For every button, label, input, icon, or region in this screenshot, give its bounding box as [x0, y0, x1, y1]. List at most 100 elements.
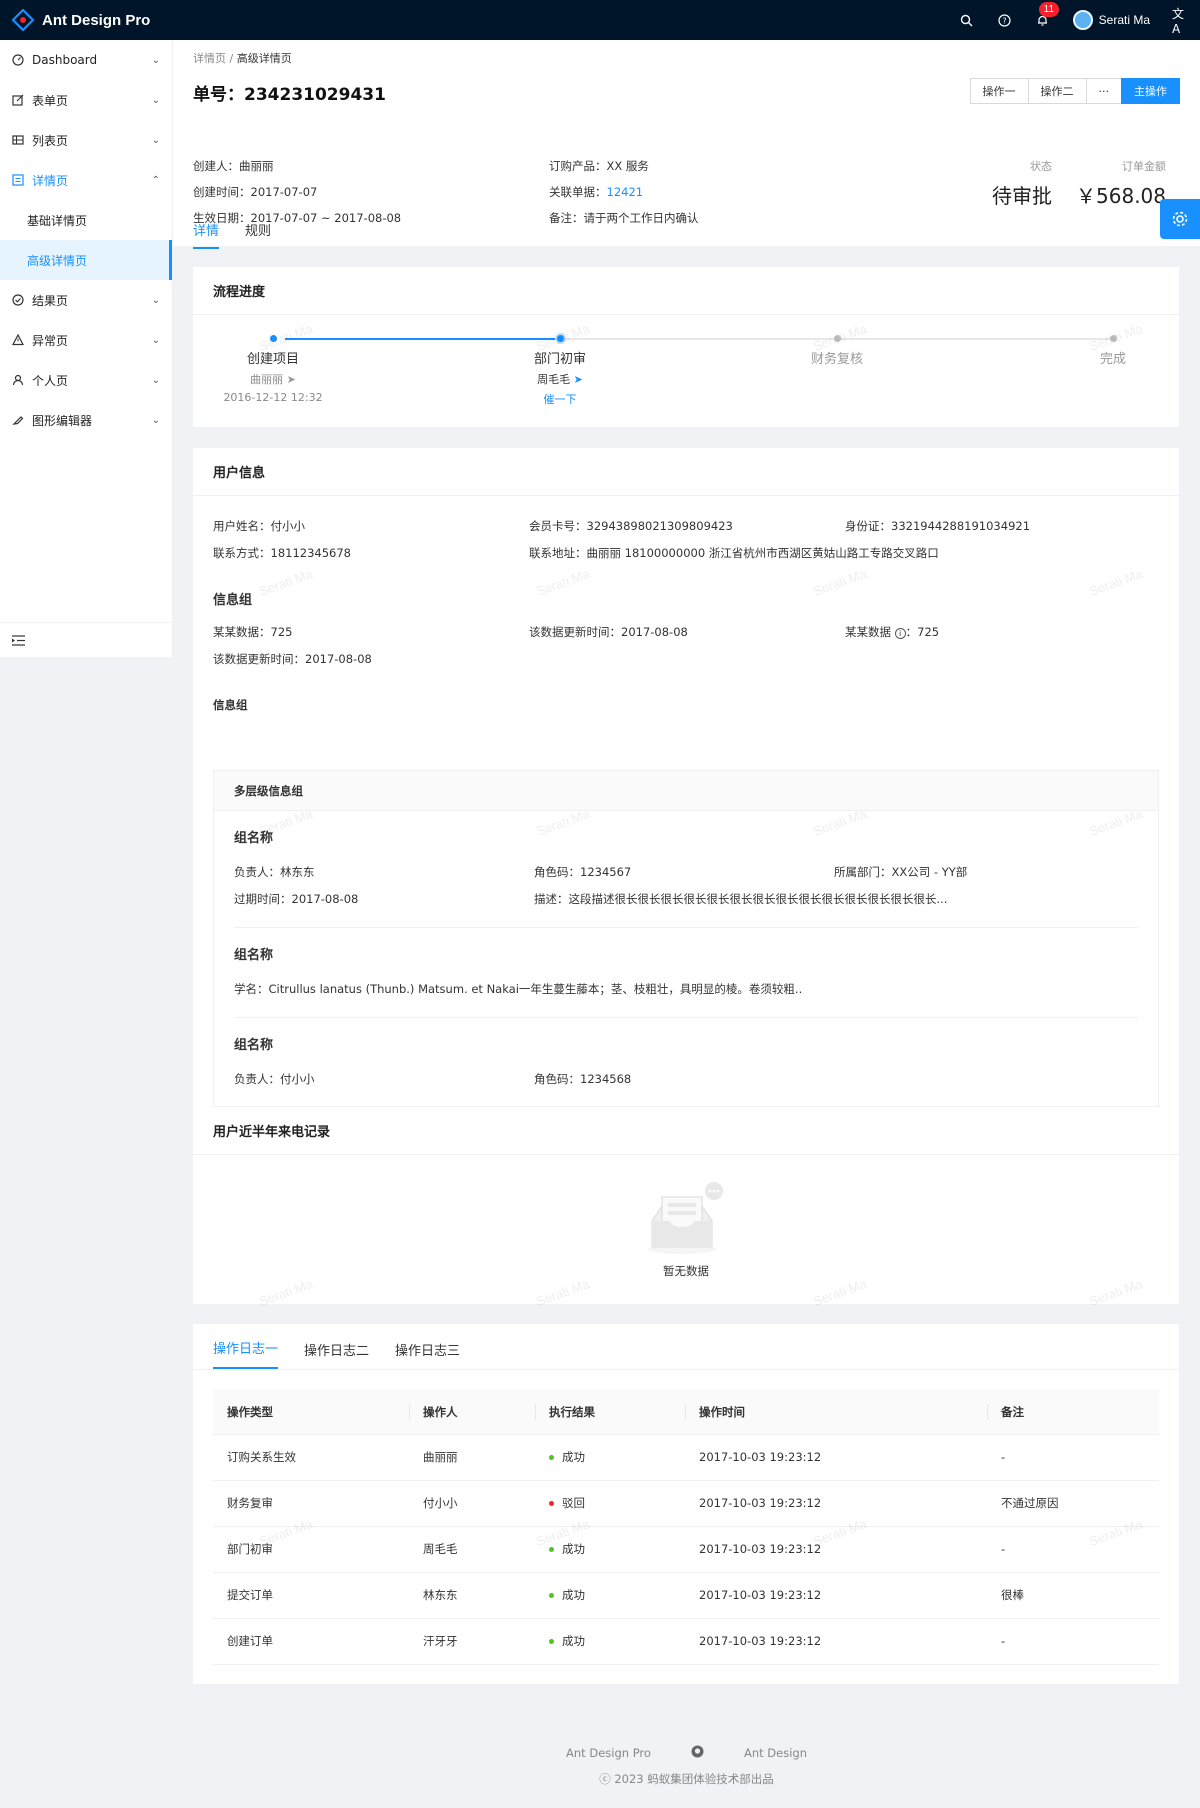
- language-icon[interactable]: 文A: [1172, 7, 1188, 36]
- step-complete: 完成: [1053, 335, 1173, 367]
- group-grid: 负责人：付小小 角色码：1234568: [214, 1071, 1158, 1087]
- dingding-icon: ➤: [573, 373, 583, 386]
- chevron-down-icon: ⌄: [151, 94, 160, 106]
- table-row: 财务复审 付小小 驳回 2017-10-03 19:23:12 不通过原因: [213, 1480, 1159, 1527]
- info-group-label: 信息组: [213, 698, 248, 712]
- note-cell: -: [987, 1618, 1159, 1665]
- step-person-name: 曲丽丽: [250, 373, 284, 386]
- sidebar-item-editor[interactable]: 图形编辑器 ⌄: [0, 400, 172, 440]
- tab-detail[interactable]: 详情: [193, 220, 220, 249]
- data-value: ：725: [905, 625, 940, 639]
- sidebar-item-list[interactable]: 列表页 ⌄: [0, 120, 172, 160]
- sidebar-item-label: 表单页: [32, 93, 69, 108]
- sidebar-item-account[interactable]: 个人页 ⌄: [0, 360, 172, 400]
- result-text: 成功: [562, 1542, 585, 1556]
- group-title: 组名称: [234, 1038, 274, 1053]
- bell-icon[interactable]: 11: [1035, 2, 1060, 28]
- member-card-field: 会员卡号：32943898021309809423: [529, 519, 733, 533]
- step-finance-review: 财务复核: [777, 335, 897, 367]
- role-field: 角色码：1234568: [534, 1072, 632, 1086]
- data-field: 某某数据：725: [213, 625, 293, 639]
- op2-button[interactable]: 操作二: [1027, 78, 1087, 104]
- urge-link[interactable]: 催一下: [500, 391, 620, 407]
- main-action-button[interactable]: 主操作: [1121, 78, 1180, 104]
- menu-collapse-button[interactable]: [0, 622, 173, 657]
- sidebar-item-basic-profile[interactable]: 基础详情页: [0, 200, 172, 240]
- settings-drawer-button[interactable]: [1160, 199, 1200, 239]
- step-title: 部门初审: [533, 352, 586, 367]
- chevron-down-icon: ⌄: [151, 294, 160, 306]
- progress-steps: 创建项目 曲丽丽 ➤ 2016-12-12 12:32 部门初审 周毛毛 ➤ 催…: [193, 315, 1179, 425]
- step-dot: [833, 335, 841, 342]
- expire-field: 过期时间：2017-08-08: [234, 892, 359, 906]
- status-block: 状态 待审批: [992, 158, 1052, 209]
- dingding-icon: ➤: [286, 373, 296, 386]
- address-field: 联系地址：曲丽丽 18100000000 浙江省杭州市西湖区黄姑山路工专路交叉路…: [529, 546, 939, 560]
- app-title: Ant Design Pro: [42, 11, 151, 29]
- updated-field: 该数据更新时间：2017-08-08: [529, 625, 688, 639]
- dept-field: 所属部门：XX公司 - YY部: [834, 865, 968, 879]
- info-circle-icon[interactable]: i: [894, 628, 906, 639]
- user-menu[interactable]: Serati Ma: [1072, 10, 1150, 30]
- sidebar-item-result[interactable]: 结果页 ⌄: [0, 280, 172, 320]
- ref-doc-link[interactable]: 12421: [607, 185, 644, 199]
- tab-log-3[interactable]: 操作日志三: [395, 1340, 460, 1369]
- footer: Ant Design Pro Ant Design ⓒ 2023 蚂蚁集团体验技…: [173, 1745, 1200, 1787]
- user-info-title: 用户信息: [193, 448, 1179, 496]
- group-grid: 负责人：林东东 角色码：1234567 所属部门：XX公司 - YY部 过期时间…: [214, 864, 1158, 907]
- more-button[interactable]: ···: [1085, 78, 1122, 104]
- step-title: 完成: [1099, 352, 1126, 367]
- user-name: Serati Ma: [1098, 13, 1150, 27]
- sidebar-item-label: 异常页: [32, 333, 69, 348]
- status-value: 待审批: [992, 184, 1053, 208]
- app-logo[interactable]: Ant Design Pro: [12, 9, 150, 31]
- breadcrumb: 详情页 / 高级详情页: [193, 50, 1180, 66]
- op1-button[interactable]: 操作一: [969, 78, 1029, 104]
- empty-inbox-icon: [648, 1182, 723, 1254]
- notification-badge: 11: [1038, 2, 1060, 17]
- tab-rules[interactable]: 规则: [245, 220, 271, 249]
- user-name-field: 用户姓名：付小小: [213, 519, 305, 533]
- form-icon: [12, 94, 26, 106]
- footer-link-pro[interactable]: Ant Design Pro: [566, 1746, 651, 1760]
- progress-card: 流程进度 创建项目 曲丽丽 ➤ 2016-12-12 12:32 部门初审 周毛…: [193, 267, 1179, 427]
- result-text: 成功: [562, 1588, 585, 1602]
- sidebar-item-label: 结果页: [32, 293, 69, 308]
- step-person: 周毛毛 ➤: [500, 371, 620, 387]
- sidebar-item-label: 高级详情页: [27, 253, 88, 268]
- data-field-tooltip: 某某数据 i ：725: [845, 624, 1161, 640]
- creator: 创建人：曲丽丽: [193, 159, 274, 173]
- svg-text:?: ?: [1003, 16, 1007, 25]
- ref-doc: 关联单据：12421: [549, 184, 809, 200]
- search-icon[interactable]: [959, 12, 975, 28]
- sidebar-item-dashboard[interactable]: Dashboard ⌄: [0, 40, 172, 80]
- chevron-down-icon: ⌄: [151, 374, 160, 386]
- note-cell: -: [987, 1434, 1159, 1481]
- sidebar-item-profile[interactable]: 详情页 ⌃: [0, 160, 172, 200]
- tab-log-1[interactable]: 操作日志一: [213, 1338, 279, 1369]
- sidebar-item-advanced-profile[interactable]: 高级详情页: [0, 240, 172, 280]
- breadcrumb-item[interactable]: 详情页: [193, 52, 226, 65]
- tab-log-2[interactable]: 操作日志二: [304, 1340, 369, 1369]
- top-navbar: Ant Design Pro ? 11 Serati Ma 文A: [0, 0, 1200, 40]
- help-icon[interactable]: ?: [997, 12, 1013, 28]
- created-time: 创建时间：2017-07-07: [193, 185, 318, 199]
- status-dot: [549, 1455, 554, 1460]
- log-table: 操作类型 操作人 执行结果 操作时间 备注 订购关系生效 曲丽丽 成功 2017-10…: [213, 1390, 1159, 1665]
- result-cell: 成功: [535, 1434, 685, 1481]
- step-person-name: 周毛毛: [537, 373, 571, 386]
- footer-link-antd[interactable]: Ant Design: [744, 1746, 807, 1760]
- check-circle-icon: [12, 294, 26, 306]
- sidebar-item-form[interactable]: 表单页 ⌄: [0, 80, 172, 120]
- sidebar-item-label: 列表页: [32, 133, 69, 148]
- table-row: 订购关系生效 曲丽丽 成功 2017-10-03 19:23:12-: [213, 1434, 1159, 1481]
- user-info-card: 用户信息 用户姓名：付小小 会员卡号：32943898021309809423 …: [193, 448, 1179, 1125]
- warning-icon: [12, 334, 26, 346]
- sidebar-item-label: 图形编辑器: [32, 413, 93, 428]
- divider: [234, 927, 1138, 928]
- github-icon[interactable]: [691, 1745, 704, 1761]
- step-dept-review: 部门初审 周毛毛 ➤ 催一下: [500, 335, 620, 407]
- sidebar-item-exception[interactable]: 异常页 ⌄: [0, 320, 172, 360]
- sidebar-item-label: 详情页: [32, 173, 69, 188]
- operator-cell: 周毛毛: [409, 1526, 535, 1573]
